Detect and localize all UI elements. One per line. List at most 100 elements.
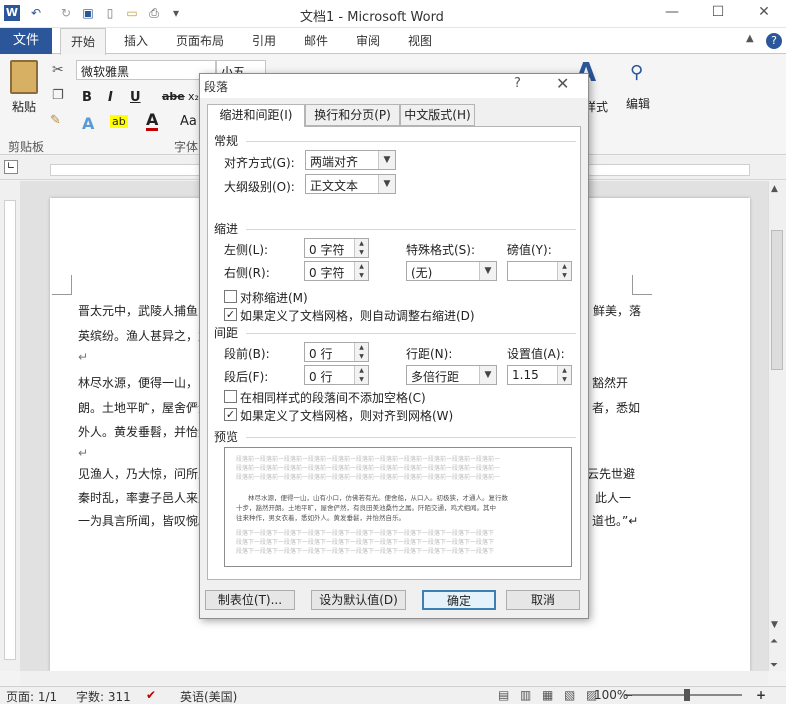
tabs-button[interactable]: 制表位(T)... xyxy=(205,590,295,610)
ribbon-minimize-icon[interactable]: ▲ xyxy=(746,33,754,44)
spinner-arrows-icon[interactable]: ▲ ▼ xyxy=(354,343,368,361)
line-spacing-select[interactable]: 多倍行距 ▼ xyxy=(406,365,497,385)
chevron-down-icon[interactable]: ▼ xyxy=(378,151,395,169)
help-icon[interactable]: ? xyxy=(766,33,782,49)
subscript-button[interactable]: x₂ xyxy=(188,90,199,103)
no-space-same-style-checkbox[interactable] xyxy=(224,390,237,403)
redo-icon[interactable]: ↻ xyxy=(58,5,74,21)
doc-line: 朗。土地平旷，屋舍俨然 xyxy=(78,401,211,415)
spinner-arrows-icon[interactable]: ▲ ▼ xyxy=(557,366,571,384)
paste-icon[interactable] xyxy=(10,60,38,94)
line-spacing-at-spinner[interactable]: 1.15 ▲ ▼ xyxy=(507,365,572,385)
tab-asian-typography[interactable]: 中文版式(H) xyxy=(400,104,475,126)
spinner-arrows-icon[interactable]: ▲ ▼ xyxy=(557,262,571,280)
print-layout-icon[interactable]: ▤ xyxy=(498,688,509,702)
binoculars-icon[interactable]: ⚲ xyxy=(630,62,643,83)
web-layout-icon[interactable]: ▦ xyxy=(542,688,553,702)
tab-line-page-breaks[interactable]: 换行和分页(P) xyxy=(305,104,400,126)
tab-mailings[interactable]: 邮件 xyxy=(296,28,336,54)
tab-view[interactable]: 视图 xyxy=(400,28,440,54)
cancel-button[interactable]: 取消 xyxy=(506,590,580,610)
ok-button[interactable]: 确定 xyxy=(422,590,496,610)
maximize-icon[interactable]: ☐ xyxy=(708,4,728,22)
spinner-arrows-icon[interactable]: ▲ ▼ xyxy=(354,366,368,384)
word-count[interactable]: 字数: 311 xyxy=(76,688,131,704)
space-after-spinner[interactable]: 0 行 ▲ ▼ xyxy=(304,365,369,385)
zoom-in-icon[interactable]: + xyxy=(756,688,766,702)
dialog-help-button[interactable]: ? xyxy=(514,76,521,91)
text-effects-icon[interactable]: A xyxy=(82,114,94,133)
save-icon[interactable]: ▣ xyxy=(80,5,96,21)
italic-button[interactable]: I xyxy=(108,90,113,105)
snap-to-grid-checkbox[interactable]: ✓ xyxy=(224,408,237,421)
paste-button-label[interactable]: 粘贴 xyxy=(12,98,36,115)
word-app-icon[interactable]: W xyxy=(4,5,20,21)
language-indicator[interactable]: 英语(美国) xyxy=(180,688,237,704)
tab-selector-icon[interactable]: ∟ xyxy=(4,160,18,174)
chevron-down-icon[interactable]: ▼ xyxy=(479,366,496,384)
tab-review[interactable]: 审阅 xyxy=(348,28,388,54)
vertical-scroll-thumb[interactable] xyxy=(771,230,783,370)
close-icon[interactable]: ✕ xyxy=(754,4,774,22)
dialog-close-icon[interactable]: ✕ xyxy=(556,74,569,93)
scroll-up-icon[interactable]: ▲ xyxy=(771,184,778,194)
no-space-same-style-label[interactable]: 在相同样式的段落间不添加空格(C) xyxy=(240,389,426,406)
set-as-default-button[interactable]: 设为默认值(D) xyxy=(311,590,406,610)
editing-label[interactable]: 编辑 xyxy=(626,95,650,112)
chevron-down-icon[interactable]: ▼ xyxy=(479,262,496,280)
next-page-icon[interactable]: ⏷ xyxy=(770,660,778,671)
mirror-indents-checkbox[interactable] xyxy=(224,290,237,303)
new-document-icon[interactable]: ▯ xyxy=(102,5,118,21)
preview-following-paragraph: 段落下一段落下一段落下一段落下一段落下一段落下一段落下一段落下一段落下一段落下一… xyxy=(236,548,495,555)
proofing-icon[interactable]: ✔ xyxy=(146,688,156,702)
font-color-button[interactable]: A xyxy=(146,112,159,131)
customize-toolbar-icon[interactable]: ▾ xyxy=(168,5,184,21)
outline-view-icon[interactable]: ▧ xyxy=(564,688,575,702)
auto-adjust-indent-checkbox[interactable]: ✓ xyxy=(224,308,237,321)
left-indent-value: 0 字符 xyxy=(309,243,345,257)
minimize-icon[interactable]: — xyxy=(662,4,682,22)
outline-level-select[interactable]: 正文文本 ▼ xyxy=(305,174,396,194)
alignment-select[interactable]: 两端对齐 ▼ xyxy=(305,150,396,170)
tab-file[interactable]: 文件 xyxy=(0,28,52,54)
previous-page-icon[interactable]: ⏶ xyxy=(770,636,778,647)
special-indent-select[interactable]: (无) ▼ xyxy=(406,261,497,281)
crop-mark xyxy=(52,275,72,295)
space-before-spinner[interactable]: 0 行 ▲ ▼ xyxy=(304,342,369,362)
print-icon[interactable]: ⎙ xyxy=(146,5,162,21)
tab-indents-spacing[interactable]: 缩进和间距(I) xyxy=(207,104,305,127)
full-screen-reading-icon[interactable]: ▥ xyxy=(520,688,531,702)
clipboard-group-label: 剪贴板 xyxy=(8,140,45,154)
spinner-arrows-icon[interactable]: ▲ ▼ xyxy=(354,239,368,257)
font-name-combo[interactable]: 微软雅黑 xyxy=(76,60,216,80)
left-indent-spinner[interactable]: 0 字符 ▲ ▼ xyxy=(304,238,369,258)
tab-insert[interactable]: 插入 xyxy=(116,28,156,54)
chevron-down-icon[interactable]: ▼ xyxy=(378,175,395,193)
right-indent-spinner[interactable]: 0 字符 ▲ ▼ xyxy=(304,261,369,281)
format-painter-icon[interactable]: ✎ xyxy=(50,113,61,128)
underline-button[interactable]: U xyxy=(130,90,141,105)
auto-adjust-indent-label[interactable]: 如果定义了文档网格，则自动调整右缩进(D) xyxy=(240,307,475,324)
snap-to-grid-label[interactable]: 如果定义了文档网格，则对齐到网格(W) xyxy=(240,407,453,424)
undo-icon[interactable]: ↶ xyxy=(28,5,44,21)
tab-references[interactable]: 引用 xyxy=(244,28,284,54)
horizontal-scrollbar[interactable] xyxy=(20,671,768,685)
tab-page-layout[interactable]: 页面布局 xyxy=(170,28,230,54)
spinner-arrows-icon[interactable]: ▲ ▼ xyxy=(354,262,368,280)
page-count[interactable]: 页面: 1/1 xyxy=(6,688,57,704)
mirror-indents-label[interactable]: 对称缩进(M) xyxy=(240,289,308,306)
bold-button[interactable]: B xyxy=(82,90,92,105)
open-folder-icon[interactable]: ▭ xyxy=(124,5,140,21)
doc-line: 一为具言所闻，皆叹惋。 xyxy=(78,514,211,528)
scroll-down-icon[interactable]: ▼ xyxy=(771,620,778,630)
cut-icon[interactable]: ✂ xyxy=(52,62,64,78)
zoom-slider-thumb[interactable] xyxy=(684,689,690,701)
indent-by-spinner[interactable]: ▲ ▼ xyxy=(507,261,572,281)
line-spacing-label: 行距(N): xyxy=(406,347,453,361)
strikethrough-button[interactable]: abe xyxy=(162,90,185,103)
tab-home[interactable]: 开始 xyxy=(60,28,106,55)
change-case-button[interactable]: Aa xyxy=(180,114,197,129)
vertical-ruler-scale[interactable] xyxy=(4,200,16,660)
copy-icon[interactable]: ❐ xyxy=(52,88,64,103)
highlight-icon[interactable]: ab xyxy=(110,115,128,128)
